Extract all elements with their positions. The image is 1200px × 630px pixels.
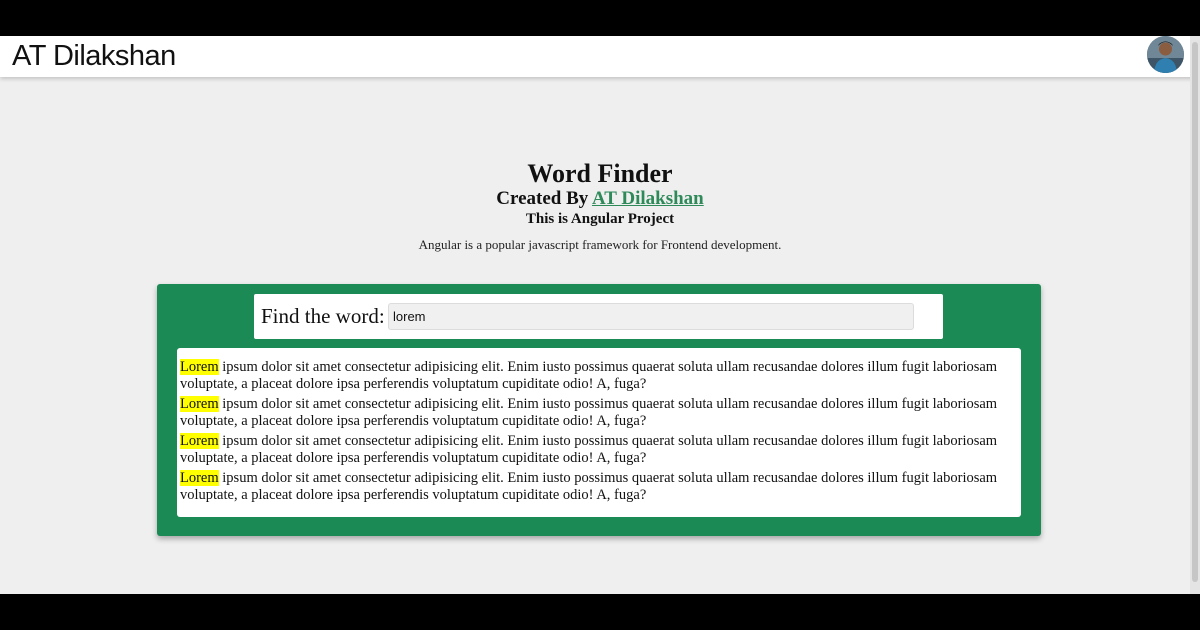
highlighted-word: Lorem bbox=[180, 470, 219, 486]
project-description: Angular is a popular javascript framewor… bbox=[418, 237, 782, 252]
result-paragraph: Lorem ipsum dolor sit amet consectetur a… bbox=[180, 359, 1000, 393]
page-scrollbar[interactable] bbox=[1190, 36, 1200, 594]
scrollbar-thumb[interactable] bbox=[1192, 42, 1198, 582]
search-box: Find the word: bbox=[254, 294, 943, 339]
project-subtitle: This is Angular Project bbox=[525, 211, 675, 227]
paragraph-text: ipsum dolor sit amet consectetur adipisi… bbox=[180, 396, 998, 429]
top-navbar: AT Dilakshan bbox=[0, 36, 1200, 77]
result-paragraph: Lorem ipsum dolor sit amet consectetur a… bbox=[180, 470, 1000, 504]
results-panel: Lorem ipsum dolor sit amet consectetur a… bbox=[177, 348, 1021, 517]
created-by-line: Created By AT Dilakshan bbox=[0, 187, 1200, 211]
word-finder-card: Find the word: Lorem ipsum dolor sit ame… bbox=[157, 284, 1041, 536]
brand-logo-text[interactable]: AT Dilakshan bbox=[12, 38, 176, 74]
highlighted-word: Lorem bbox=[180, 396, 219, 412]
result-paragraph: Lorem ipsum dolor sit amet consectetur a… bbox=[180, 433, 1000, 467]
paragraph-text: ipsum dolor sit amet consectetur adipisi… bbox=[180, 433, 998, 466]
browser-viewport: AT Dilakshan Word Finder Created By AT D… bbox=[0, 36, 1200, 594]
highlighted-word: Lorem bbox=[180, 433, 219, 449]
created-by-label: Created By bbox=[496, 188, 589, 209]
highlighted-word: Lorem bbox=[180, 359, 219, 375]
search-input[interactable] bbox=[388, 303, 914, 330]
result-paragraph: Lorem ipsum dolor sit amet consectetur a… bbox=[180, 396, 1000, 430]
find-word-label: Find the word: bbox=[261, 304, 385, 328]
avatar[interactable] bbox=[1147, 36, 1184, 73]
page-title: Word Finder bbox=[527, 159, 673, 188]
paragraph-text: ipsum dolor sit amet consectetur adipisi… bbox=[180, 359, 998, 392]
paragraph-text: ipsum dolor sit amet consectetur adipisi… bbox=[180, 470, 998, 503]
author-link[interactable]: AT Dilakshan bbox=[592, 188, 704, 209]
avatar-photo-icon bbox=[1147, 36, 1184, 73]
